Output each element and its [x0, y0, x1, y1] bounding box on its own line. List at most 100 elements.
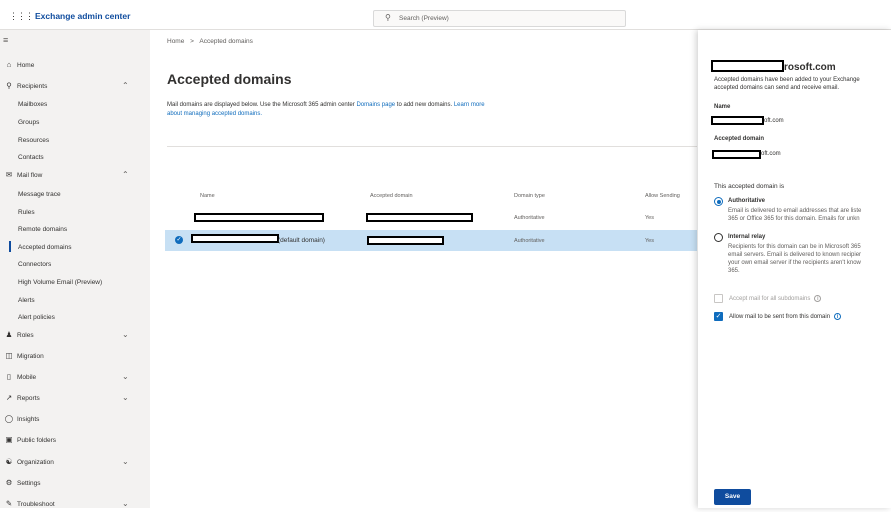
name-label: Name [714, 104, 731, 110]
info-icon[interactable]: i [834, 313, 842, 320]
allow-sending-cell: Yes [645, 215, 654, 221]
search-box[interactable]: ⚲ Search (Preview) [373, 10, 626, 27]
description-line: your own email server if the recipients … [728, 260, 861, 266]
authoritative-label[interactable]: Authoritative [728, 198, 765, 204]
sidebar-item-label: Mail flow [17, 172, 43, 179]
allow-send-checkbox[interactable]: ✓ [714, 312, 723, 321]
sidebar-item-remote-domains[interactable]: Remote domains [0, 223, 150, 237]
sidebar-item-mobile[interactable]: ▯ Mobile ⌄ [0, 371, 150, 385]
sidebar-item-message-trace[interactable]: Message trace [0, 188, 150, 202]
sidebar-item-reports[interactable]: ↗ Reports ⌄ [0, 392, 150, 406]
home-icon: ⌂ [6, 60, 12, 69]
sidebar-item-accepted-domains[interactable]: Accepted domains [0, 241, 150, 255]
roles-icon: ♟ [5, 330, 13, 339]
save-button[interactable]: Save [714, 489, 751, 505]
column-header-name[interactable]: Name [200, 193, 215, 199]
redacted-accepted-domain [366, 213, 473, 222]
accept-subdomains-checkbox[interactable] [714, 294, 723, 303]
sidebar-item-label: Mobile [17, 374, 37, 381]
table-row[interactable]: Authoritative Yes [165, 207, 697, 228]
internal-relay-label[interactable]: Internal relay [728, 234, 765, 240]
sidebar-item-home[interactable]: ⌂ Home [0, 59, 150, 73]
sidebar-item-migration[interactable]: ◫ Migration [0, 350, 150, 364]
sidebar-item-label: Contacts [18, 154, 44, 161]
sidebar-item-label: High Volume Email (Preview) [18, 279, 103, 286]
divider [167, 146, 697, 147]
sidebar-item-label: Troubleshoot [17, 501, 55, 508]
column-header-accepted-domain[interactable]: Accepted domain [370, 193, 413, 199]
allow-sending-cell: Yes [645, 238, 654, 244]
panel-description-line: Accepted domains have been added to your… [714, 77, 860, 83]
sidebar-item-label: Organization [17, 459, 54, 466]
default-domain-label: (default domain) [278, 237, 325, 244]
redacted-name-value [711, 116, 764, 125]
info-icon[interactable]: i [814, 295, 822, 302]
redacted-name [194, 213, 324, 222]
internal-relay-radio[interactable] [714, 233, 723, 242]
sidebar-item-alerts[interactable]: Alerts [0, 294, 150, 308]
redacted-name [191, 234, 279, 243]
sidebar-item-connectors[interactable]: Connectors [0, 258, 150, 272]
sidebar-item-label: Roles [17, 332, 34, 339]
migration-icon: ◫ [5, 351, 13, 360]
description-line: Recipients for this domain can be in Mic… [728, 244, 861, 250]
sidebar-item-contacts[interactable]: Contacts [0, 151, 150, 165]
redacted-accepted-domain [367, 236, 444, 245]
column-header-allow-sending[interactable]: Allow Sending [645, 193, 680, 199]
authoritative-radio[interactable] [714, 197, 723, 206]
column-header-domain-type[interactable]: Domain type [514, 193, 545, 199]
mobile-icon: ▯ [6, 372, 12, 381]
app-title[interactable]: Exchange admin center [35, 11, 130, 21]
person-icon: ⚲ [6, 81, 12, 90]
domains-page-link[interactable]: Domains page [356, 102, 395, 108]
sidebar-item-recipients[interactable]: ⚲ Recipients ⌃ [0, 80, 150, 94]
row-selected-check-icon[interactable]: ✓ [175, 236, 183, 244]
accepted-domain-value: oft.com [761, 151, 781, 157]
breadcrumb-home[interactable]: Home [167, 38, 184, 45]
sidebar-item-high-volume-email[interactable]: High Volume Email (Preview) [0, 276, 150, 290]
sidebar-item-alert-policies[interactable]: Alert policies [0, 311, 150, 325]
sidebar-item-label: Public folders [17, 437, 57, 444]
sidebar-item-roles[interactable]: ♟ Roles ⌄ [0, 329, 150, 343]
sidebar-item-label: Alert policies [18, 314, 55, 321]
sidebar-item-label: Accepted domains [18, 244, 72, 251]
selection-indicator [9, 241, 11, 252]
authoritative-description: Email is delivered to email addresses th… [728, 207, 891, 223]
search-placeholder[interactable]: Search (Preview) [399, 15, 449, 22]
description-line: email servers. Email is delivered to kno… [728, 252, 862, 258]
sidebar-item-public-folders[interactable]: ▣ Public folders [0, 434, 150, 448]
sidebar-item-rules[interactable]: Rules [0, 206, 150, 220]
sidebar-item-label: Resources [18, 137, 50, 144]
app-launcher-icon[interactable]: ⋮⋮⋮ [9, 11, 34, 22]
sidebar-item-label: Insights [17, 416, 40, 423]
chevron-down-icon: ⌄ [122, 499, 129, 508]
sidebar-item-settings[interactable]: ⚙ Settings [0, 477, 150, 491]
sidebar-item-label: Migration [17, 353, 44, 360]
sidebar-item-organization[interactable]: ☯ Organization ⌄ [0, 456, 150, 470]
sidebar-item-label: Groups [18, 119, 40, 126]
sidebar-item-groups[interactable]: Groups [0, 116, 150, 130]
breadcrumb: Home > Accepted domains [167, 38, 253, 45]
table-row-selected[interactable]: ✓ (default domain) Authoritative Yes [165, 230, 697, 251]
mail-icon: ✉ [5, 170, 13, 179]
allow-send-label: Allow mail to be sent from this domain i [729, 313, 842, 320]
troubleshoot-icon: ✎ [5, 499, 13, 508]
sidebar-item-label: Message trace [18, 191, 61, 198]
sidebar-item-mailboxes[interactable]: Mailboxes [0, 98, 150, 112]
organization-icon: ☯ [5, 457, 13, 466]
page-description: Mail domains are displayed below. Use th… [167, 101, 497, 119]
sidebar-item-label: Reports [17, 395, 40, 402]
breadcrumb-separator: > [190, 38, 194, 45]
folder-icon: ▣ [5, 435, 13, 444]
sidebar-item-label: Connectors [18, 261, 52, 268]
sidebar-item-resources[interactable]: Resources [0, 134, 150, 148]
sidebar-item-mail-flow[interactable]: ✉ Mail flow ⌃ [0, 169, 150, 183]
hamburger-menu-icon[interactable]: ≡ [3, 35, 8, 45]
sidebar-item-label: Home [17, 62, 35, 69]
sidebar-item-label: Recipients [17, 83, 48, 90]
sidebar-item-troubleshoot[interactable]: ✎ Troubleshoot ⌄ [0, 498, 150, 512]
chevron-down-icon: ⌄ [122, 330, 129, 339]
sidebar-item-insights[interactable]: ◯ Insights [0, 413, 150, 427]
details-panel: rosoft.com Accepted domains have been ad… [698, 30, 891, 508]
description-text: to add new domains. [395, 102, 454, 108]
